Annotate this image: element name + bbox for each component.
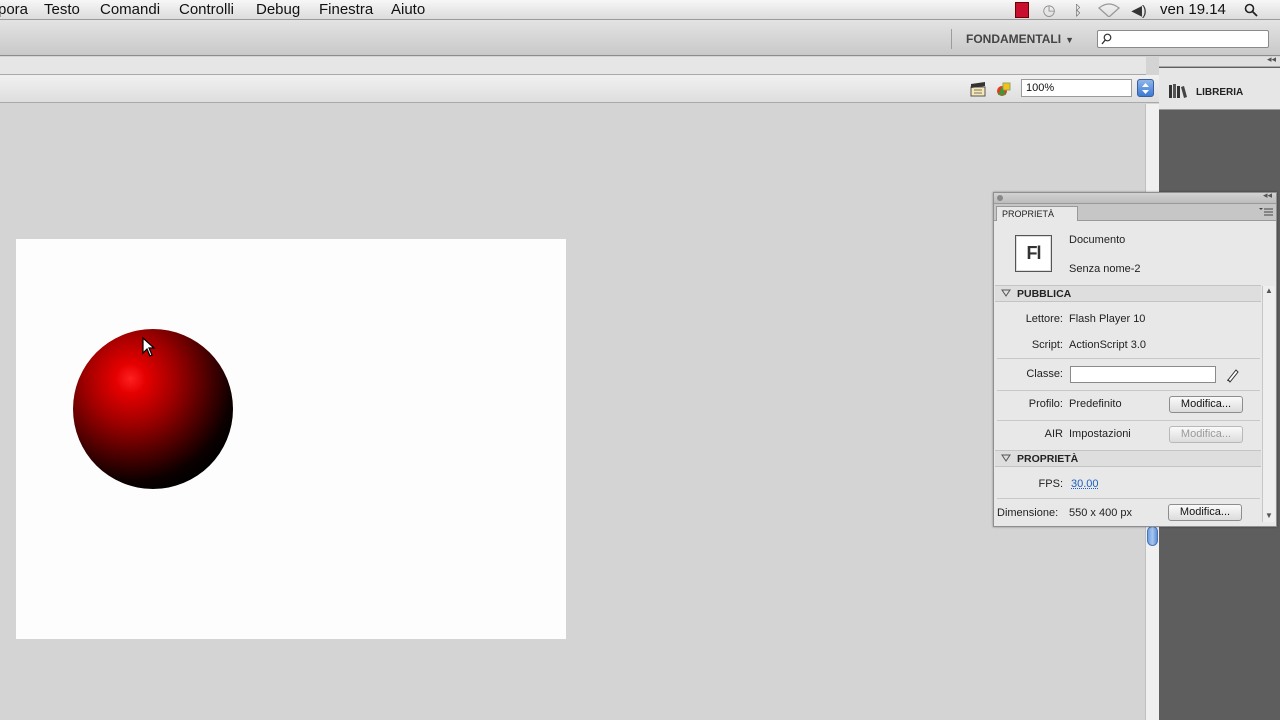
menu-finestra[interactable]: Finestra	[319, 1, 373, 18]
player-value: Flash Player 10	[1069, 313, 1146, 325]
section-title: PROPRIETÀ	[1017, 453, 1079, 465]
script-value: ActionScript 3.0	[1069, 339, 1147, 351]
menu-controlli[interactable]: Controlli	[179, 1, 234, 18]
scrollbar-thumb[interactable]	[1147, 526, 1158, 546]
scroll-down-icon[interactable]: ▼	[1265, 511, 1273, 520]
divider	[997, 498, 1260, 499]
clock[interactable]: ven 19.14	[1160, 1, 1226, 18]
panel-tab-row: PROPRIETÀ	[994, 204, 1276, 221]
divider	[997, 390, 1260, 391]
section-title: PUBBLICA	[1017, 288, 1072, 300]
updown-arrows-icon	[1142, 82, 1149, 94]
edit-symbol-icon[interactable]	[996, 81, 1012, 97]
edit-air-button[interactable]: Modifica...	[1169, 426, 1243, 443]
divider	[997, 358, 1260, 359]
document-type: Documento	[1069, 234, 1126, 246]
flash-document-icon: Fl	[1015, 235, 1052, 272]
class-input[interactable]	[1070, 366, 1216, 383]
close-icon[interactable]	[997, 195, 1003, 201]
section-publish[interactable]: PUBBLICA	[995, 285, 1261, 302]
menu-debug[interactable]: Debug	[256, 1, 300, 18]
size-value: 550 x 400 px	[1069, 507, 1132, 519]
application-bar: FONDAMENTALI ▼	[0, 20, 1280, 56]
scroll-up-icon[interactable]: ▲	[1265, 286, 1273, 295]
zoom-dropdown-button[interactable]	[1137, 79, 1154, 97]
class-label: Classe:	[1026, 368, 1063, 380]
help-search-input[interactable]	[1097, 30, 1269, 48]
volume-icon[interactable]: ◀)	[1128, 0, 1150, 20]
edit-size-button[interactable]: Modifica...	[1168, 504, 1242, 521]
script-label: Script:	[1031, 339, 1063, 351]
properties-scrollbar[interactable]: ▲ ▼	[1262, 286, 1275, 522]
edit-bar: 100%	[0, 75, 1160, 103]
dock-header[interactable]: ◂◂	[1159, 54, 1280, 67]
menu-comandi[interactable]: Comandi	[100, 1, 160, 18]
fps-label: FPS:	[1038, 478, 1063, 490]
fps-value[interactable]: 30.00	[1071, 478, 1099, 490]
triangle-down-icon	[1001, 289, 1011, 297]
profile-value: Predefinito	[1069, 398, 1122, 410]
properties-panel: ◂◂ PROPRIETÀ Fl Documento Senza nome-2 P…	[993, 190, 1277, 527]
time-machine-icon[interactable]: ◷	[1038, 0, 1060, 20]
workspace-label: FONDAMENTALI	[966, 32, 1062, 46]
edit-profile-button[interactable]: Modifica...	[1169, 396, 1243, 413]
collapse-icon[interactable]: ◂◂	[1267, 54, 1276, 65]
menu-aiuto[interactable]: Aiuto	[391, 1, 425, 18]
wifi-icon[interactable]	[1096, 0, 1122, 20]
triangle-down-icon	[1001, 454, 1011, 462]
divider	[997, 420, 1260, 421]
pencil-icon[interactable]	[1225, 367, 1241, 383]
player-label: Lettore:	[1025, 313, 1063, 325]
menu-modifica[interactable]: pora	[0, 1, 28, 18]
bluetooth-icon[interactable]: ᛒ	[1070, 0, 1086, 20]
menu-testo[interactable]: Testo	[44, 1, 80, 18]
library-label: LIBRERIA	[1196, 87, 1244, 98]
flash-player-icon[interactable]	[1014, 0, 1030, 20]
spotlight-icon[interactable]	[1240, 0, 1262, 20]
panel-menu-icon[interactable]	[1259, 207, 1273, 217]
library-books-icon	[1169, 84, 1187, 98]
document-name: Senza nome-2	[1069, 263, 1141, 275]
section-properties[interactable]: PROPRIETÀ	[995, 450, 1261, 467]
search-icon	[1101, 33, 1112, 45]
size-label: Dimensione:	[997, 507, 1059, 519]
workspace-switcher[interactable]: FONDAMENTALI ▼	[966, 32, 1074, 46]
document-tab-strip	[0, 57, 1146, 75]
library-panel-tab[interactable]: LIBRERIA	[1159, 68, 1280, 110]
tab-properties[interactable]: PROPRIETÀ	[996, 206, 1078, 221]
zoom-input[interactable]: 100%	[1021, 79, 1132, 97]
menu-bar: pora Testo Comandi Controlli Debug Fines…	[0, 0, 1280, 20]
collapse-icon[interactable]: ◂◂	[1263, 190, 1272, 201]
mouse-cursor-icon	[142, 337, 156, 357]
panel-titlebar[interactable]: ◂◂	[994, 190, 1276, 204]
air-value: Impostazioni	[1069, 428, 1131, 440]
chevron-down-icon: ▼	[1065, 35, 1075, 45]
divider	[951, 29, 952, 49]
air-label: AIR	[1044, 428, 1063, 440]
profile-label: Profilo:	[1028, 398, 1063, 410]
edit-scene-icon[interactable]	[970, 81, 986, 97]
